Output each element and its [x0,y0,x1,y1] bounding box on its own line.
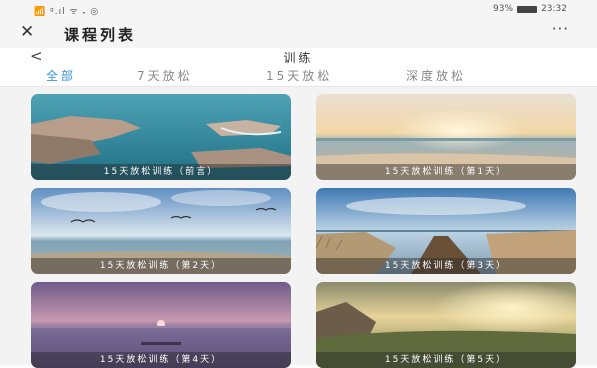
close-icon[interactable]: ✕ [20,22,34,42]
tab-7-day[interactable]: 7天放松 [137,67,193,84]
course-card[interactable]: 15天放松训练（第5天） [316,282,576,368]
tab-all[interactable]: 全部 [46,67,76,84]
tab-15-day[interactable]: 15天放松 [266,67,332,84]
course-title: 15天放松训练（第5天） [316,352,576,368]
battery-icon [517,5,538,13]
tab-deep[interactable]: 深度放松 [406,67,466,84]
battery-percent: 93% [493,4,514,14]
more-menu-button[interactable]: ··· [552,20,569,38]
app-bar: ✕ 课程列表 ··· [0,18,597,48]
course-title: 15天放松训练（第2天） [31,258,291,274]
course-card[interactable]: 15天放松训练（第1天） [316,94,576,180]
app-title: 课程列表 [64,26,137,44]
course-card[interactable]: 15天放松训练（第2天） [31,188,291,274]
course-card[interactable]: 15天放松训练（第3天） [316,188,576,274]
course-card[interactable]: 15天放松训练（前言） [31,94,291,180]
course-title: 15天放松训练（第1天） [316,164,576,180]
status-right: 93% 23:32 [493,4,567,14]
status-bar: 📶 ᵍ.ıl ᯤ 𝅏 ◎ 93% 23:32 [0,0,597,18]
status-icons: 📶 ᵍ.ıl ᯤ 𝅏 ◎ [34,7,100,17]
category-tabs: 全部 7天放松 15天放松 深度放松 [0,66,597,87]
course-grid: 15天放松训练（前言） 15天放松训练（第1天） 15天放松训练（第2天） 15… [0,87,597,368]
status-time: 23:32 [541,4,567,14]
course-title: 15天放松训练（第4天） [31,352,291,368]
nav-bar: < 训练 [0,47,597,66]
course-title: 15天放松训练（前言） [31,164,291,180]
course-title: 15天放松训练（第3天） [316,258,576,274]
course-card[interactable]: 15天放松训练（第4天） [31,282,291,368]
page-title: 训练 [283,51,314,65]
